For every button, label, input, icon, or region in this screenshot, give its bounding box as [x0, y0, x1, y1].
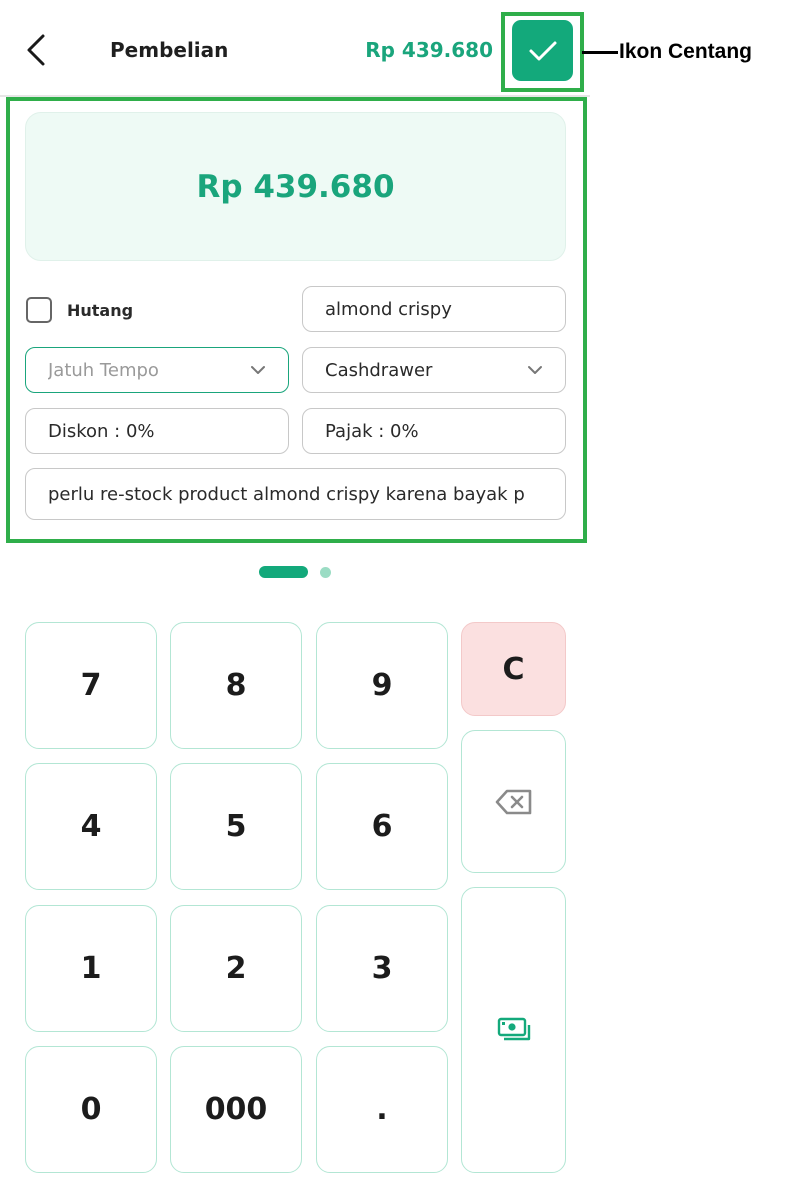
backspace-icon: [495, 789, 531, 814]
chevron-left-icon: [27, 34, 45, 66]
payment-source-value: Cashdrawer: [325, 359, 433, 381]
backspace-button[interactable]: [461, 730, 566, 873]
cash-payment-button[interactable]: [461, 887, 566, 1173]
chevron-down-icon: [251, 366, 265, 374]
debt-checkbox-label: Hutang: [67, 301, 134, 320]
key-0[interactable]: 0: [25, 1046, 157, 1173]
key-000[interactable]: 000: [170, 1046, 302, 1173]
due-date-dropdown[interactable]: Jatuh Tempo: [25, 347, 289, 393]
annotation-pointer-line: [582, 51, 618, 54]
payment-source-dropdown[interactable]: Cashdrawer: [302, 347, 566, 393]
total-amount: Rp 439.680: [196, 168, 395, 205]
debt-checkbox[interactable]: [26, 297, 52, 323]
supplier-field[interactable]: almond crispy: [302, 286, 566, 332]
key-8[interactable]: 8: [170, 622, 302, 749]
note-value: perlu re-stock product almond crispy kar…: [48, 483, 525, 505]
key-9[interactable]: 9: [316, 622, 448, 749]
back-button[interactable]: [18, 30, 54, 70]
page-title: Pembelian: [110, 38, 229, 62]
key-2[interactable]: 2: [170, 905, 302, 1032]
amount-card: Rp 439.680: [25, 112, 566, 261]
key-7[interactable]: 7: [25, 622, 157, 749]
header-total-amount: Rp 439.680: [365, 38, 493, 62]
clear-button[interactable]: C: [461, 622, 566, 716]
check-highlight-box: [501, 12, 584, 92]
annotation-label: Ikon Centang: [619, 40, 753, 63]
page-indicator[interactable]: [320, 567, 331, 578]
cash-icon: [497, 1017, 530, 1041]
note-field[interactable]: perlu re-stock product almond crispy kar…: [25, 468, 566, 520]
key-1[interactable]: 1: [25, 905, 157, 1032]
key-5[interactable]: 5: [170, 763, 302, 890]
supplier-value: almond crispy: [325, 298, 452, 320]
key-3[interactable]: 3: [316, 905, 448, 1032]
key-6[interactable]: 6: [316, 763, 448, 890]
tax-value: Pajak : 0%: [325, 420, 419, 442]
due-date-placeholder: Jatuh Tempo: [48, 359, 159, 381]
chevron-down-icon: [528, 366, 542, 374]
key-decimal[interactable]: .: [316, 1046, 448, 1173]
key-4[interactable]: 4: [25, 763, 157, 890]
discount-value: Diskon : 0%: [48, 420, 155, 442]
discount-field[interactable]: Diskon : 0%: [25, 408, 289, 454]
tax-field[interactable]: Pajak : 0%: [302, 408, 566, 454]
page-indicator-active[interactable]: [259, 566, 308, 578]
